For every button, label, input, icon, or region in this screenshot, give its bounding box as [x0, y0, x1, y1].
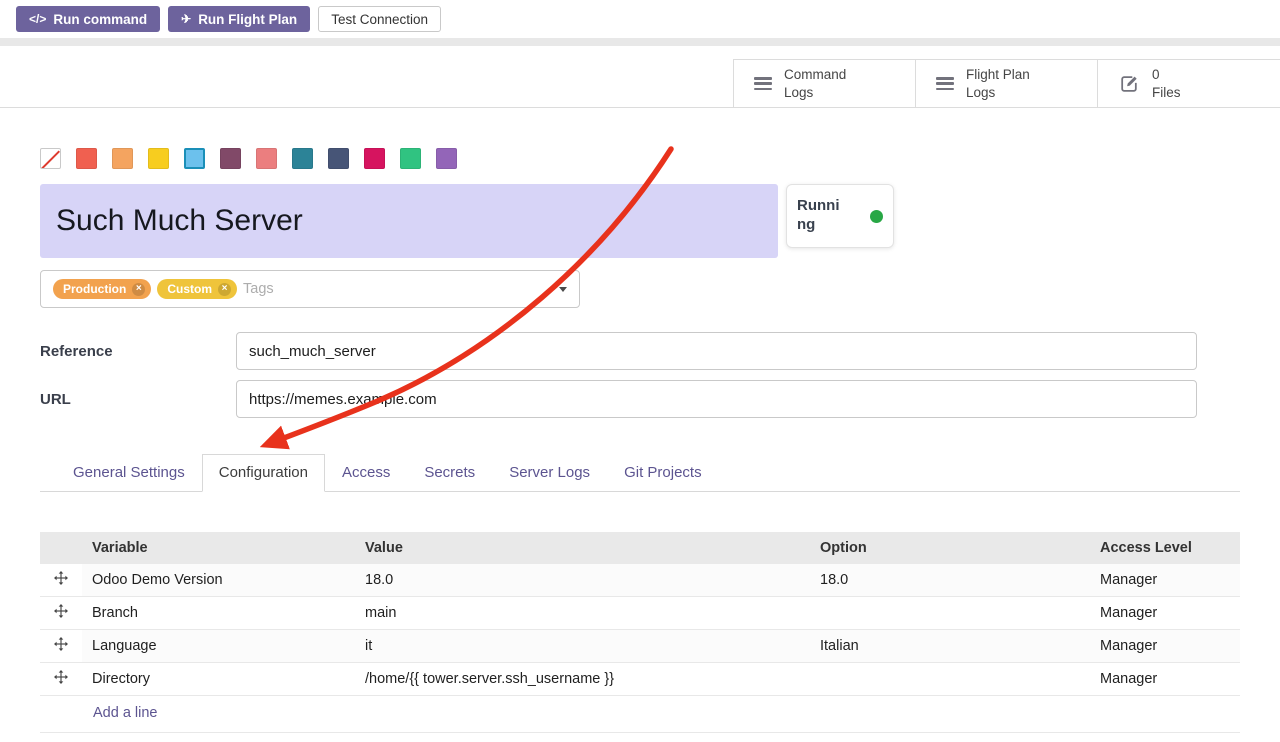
color-swatch-orange[interactable]: [112, 148, 133, 169]
color-swatch-green[interactable]: [400, 148, 421, 169]
edit-icon: [1118, 73, 1140, 95]
color-swatch-teal[interactable]: [292, 148, 313, 169]
cell-access-level[interactable]: Manager: [1090, 597, 1240, 630]
tag-custom-label: Custom: [167, 282, 212, 296]
url-field-row: URL: [40, 380, 1240, 418]
title-row: Such Much Server Running: [40, 184, 1240, 258]
run-flight-plan-label: Run Flight Plan: [198, 12, 297, 27]
flight-plan-logs-button[interactable]: Flight Plan Logs: [915, 59, 1097, 107]
form-sheet: Such Much Server Running Production × Cu…: [0, 148, 1280, 733]
cell-value[interactable]: main: [355, 597, 810, 630]
tab-access[interactable]: Access: [325, 454, 407, 492]
add-line-row: Add a line: [40, 696, 1240, 733]
cell-access-level[interactable]: Manager: [1090, 663, 1240, 696]
color-swatch-magenta[interactable]: [364, 148, 385, 169]
tab-server-logs[interactable]: Server Logs: [492, 454, 607, 492]
color-swatch-yellow[interactable]: [148, 148, 169, 169]
cell-value[interactable]: it: [355, 630, 810, 663]
status-card[interactable]: Running: [786, 184, 894, 248]
command-logs-label: Command Logs: [784, 66, 846, 101]
col-header-access-level: Access Level: [1090, 532, 1240, 564]
notebook-tabs: General Settings Configuration Access Se…: [40, 454, 1240, 492]
cell-variable[interactable]: Language: [82, 630, 355, 663]
tag-production[interactable]: Production ×: [53, 279, 151, 299]
tags-input[interactable]: Production × Custom × Tags: [40, 270, 580, 308]
files-button[interactable]: 0 Files: [1097, 59, 1280, 107]
color-swatch-purple[interactable]: [436, 148, 457, 169]
tab-secrets[interactable]: Secrets: [407, 454, 492, 492]
cell-value[interactable]: /home/{{ tower.server.ssh_username }}: [355, 663, 810, 696]
drag-handle-icon[interactable]: [54, 637, 68, 655]
color-swatch-light-blue[interactable]: [184, 148, 205, 169]
color-swatch-salmon[interactable]: [256, 148, 277, 169]
server-form-view: </> Run command ✈ Run Flight Plan Test C…: [0, 0, 1280, 742]
tags-placeholder: Tags: [243, 281, 274, 297]
cell-option[interactable]: Italian: [810, 630, 1090, 663]
flight-plan-logs-label: Flight Plan Logs: [966, 66, 1030, 101]
cell-option[interactable]: 18.0: [810, 564, 1090, 597]
color-swatch-no-color[interactable]: [40, 148, 61, 169]
list-icon: [936, 77, 954, 90]
files-label: 0 Files: [1152, 66, 1181, 101]
table-row: Directory /home/{{ tower.server.ssh_user…: [40, 663, 1240, 696]
table-row: Branch main Manager: [40, 597, 1240, 630]
control-panel: </> Run command ✈ Run Flight Plan Test C…: [0, 0, 1280, 38]
status-dot-icon: [870, 210, 883, 223]
divider-strip: [0, 38, 1280, 46]
reference-label: Reference: [40, 343, 236, 360]
tab-configuration[interactable]: Configuration: [202, 454, 325, 492]
color-picker: [40, 148, 1240, 169]
remove-tag-icon[interactable]: ×: [132, 283, 145, 296]
color-swatch-dark-purple[interactable]: [220, 148, 241, 169]
color-swatch-navy[interactable]: [328, 148, 349, 169]
field-group: Reference URL: [40, 332, 1240, 418]
test-connection-button[interactable]: Test Connection: [318, 6, 441, 32]
tag-custom[interactable]: Custom ×: [157, 279, 237, 299]
url-label: URL: [40, 391, 236, 408]
code-icon: </>: [29, 12, 46, 26]
status-label: Running: [797, 197, 847, 235]
run-command-label: Run command: [53, 12, 147, 27]
col-header-variable: Variable: [82, 532, 355, 564]
cell-variable[interactable]: Odoo Demo Version: [82, 564, 355, 597]
cell-access-level[interactable]: Manager: [1090, 564, 1240, 597]
chevron-down-icon[interactable]: [559, 287, 567, 292]
table-row: Odoo Demo Version 18.0 18.0 Manager: [40, 564, 1240, 597]
color-swatch-red[interactable]: [76, 148, 97, 169]
cell-variable[interactable]: Branch: [82, 597, 355, 630]
configuration-table: Variable Value Option Access Level Odoo …: [40, 532, 1240, 733]
cell-option[interactable]: [810, 663, 1090, 696]
list-icon: [754, 77, 772, 90]
tab-general-settings[interactable]: General Settings: [56, 454, 202, 492]
test-connection-label: Test Connection: [331, 12, 428, 27]
reference-field-row: Reference: [40, 332, 1240, 370]
cell-value[interactable]: 18.0: [355, 564, 810, 597]
col-header-handle: [40, 532, 82, 564]
run-flight-plan-button[interactable]: ✈ Run Flight Plan: [168, 6, 310, 32]
add-a-line-link[interactable]: Add a line: [93, 705, 158, 721]
drag-handle-icon[interactable]: [54, 604, 68, 622]
reference-input[interactable]: [236, 332, 1197, 370]
drag-handle-icon[interactable]: [54, 571, 68, 589]
files-count: 0: [1152, 66, 1181, 84]
url-input[interactable]: [236, 380, 1197, 418]
command-logs-button[interactable]: Command Logs: [733, 59, 915, 107]
col-header-option: Option: [810, 532, 1090, 564]
cell-option[interactable]: [810, 597, 1090, 630]
tag-production-label: Production: [63, 282, 126, 296]
run-command-button[interactable]: </> Run command: [16, 6, 160, 32]
table-row: Language it Italian Manager: [40, 630, 1240, 663]
remove-tag-icon[interactable]: ×: [218, 283, 231, 296]
table-header-row: Variable Value Option Access Level: [40, 532, 1240, 564]
smart-button-bar: Command Logs Flight Plan Logs 0 Files: [0, 46, 1280, 108]
cell-variable[interactable]: Directory: [82, 663, 355, 696]
col-header-value: Value: [355, 532, 810, 564]
server-name-input[interactable]: Such Much Server: [40, 184, 778, 258]
drag-handle-icon[interactable]: [54, 670, 68, 688]
tab-git-projects[interactable]: Git Projects: [607, 454, 719, 492]
cell-access-level[interactable]: Manager: [1090, 630, 1240, 663]
paper-plane-icon: ✈: [181, 12, 191, 26]
